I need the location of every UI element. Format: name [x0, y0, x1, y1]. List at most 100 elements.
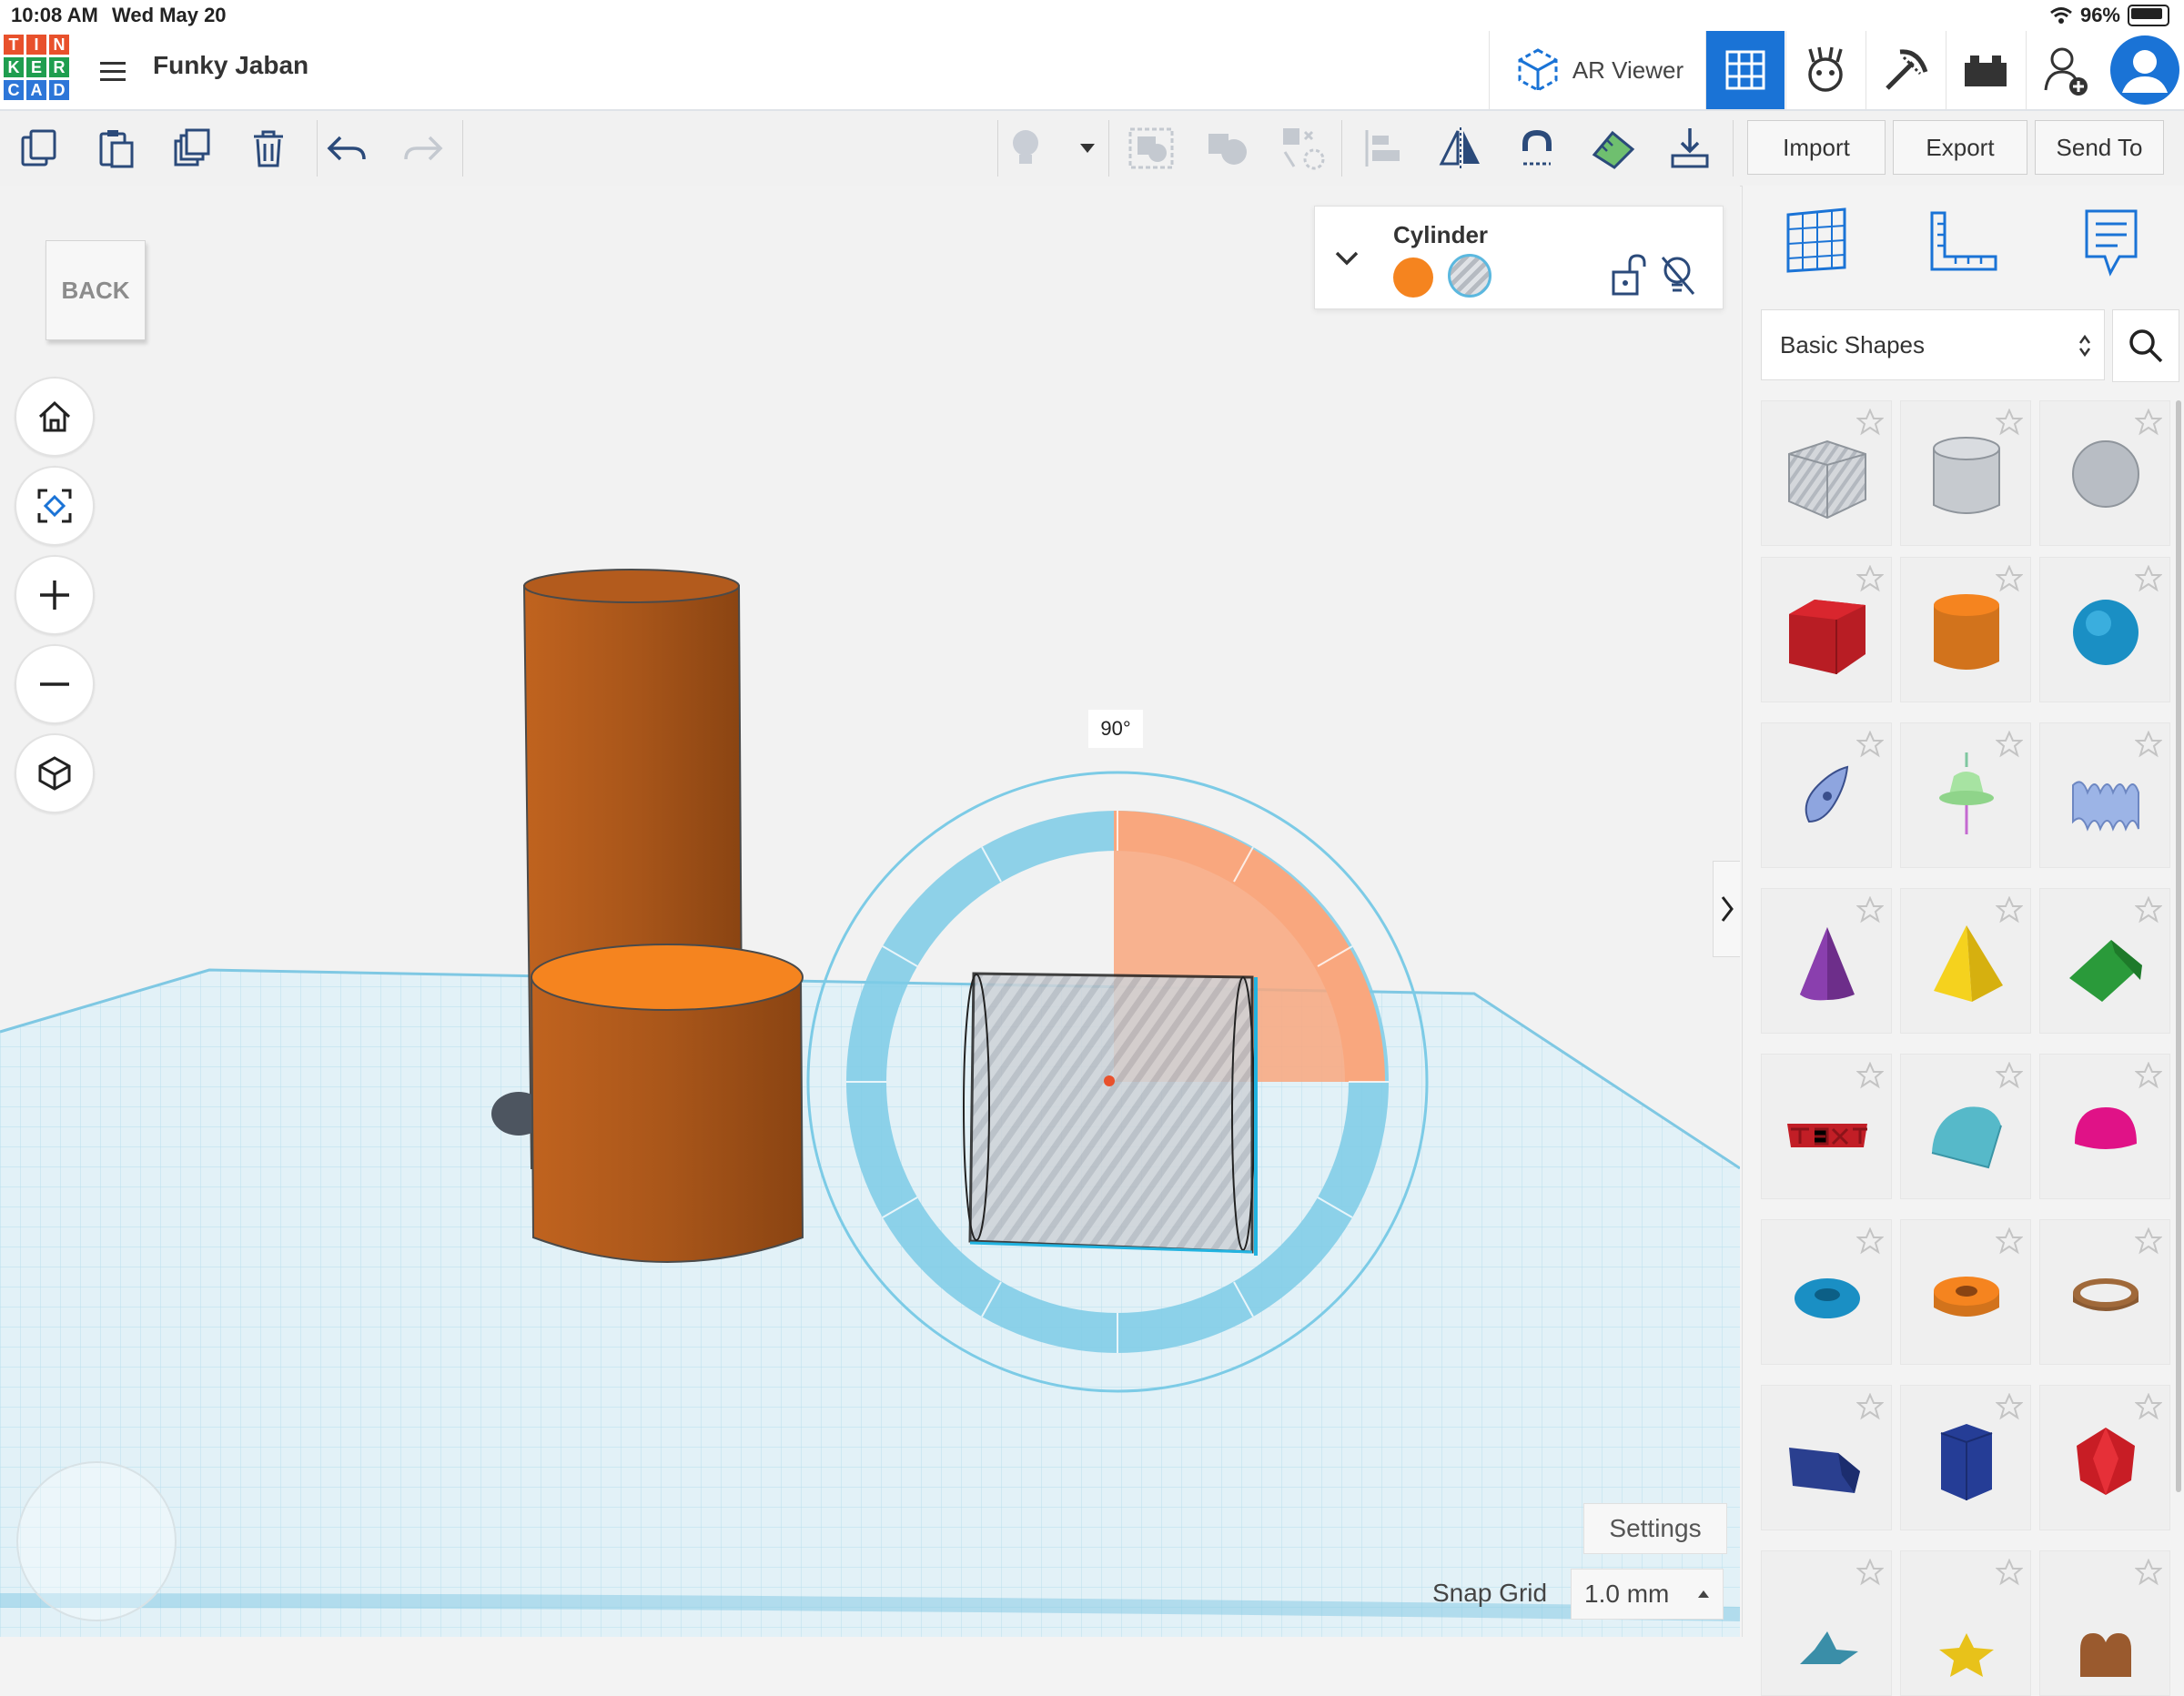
- grid-icon: [1725, 50, 1765, 90]
- shape-roof[interactable]: [2039, 888, 2170, 1034]
- copy-button[interactable]: [15, 124, 64, 173]
- round-roof-icon: [1931, 1106, 2002, 1169]
- paste-button[interactable]: [91, 124, 140, 173]
- tinkercad-logo[interactable]: T I N K E R C A D: [4, 35, 69, 100]
- short-cylinder[interactable]: [530, 976, 804, 1263]
- scene-canvas[interactable]: [0, 186, 1740, 1637]
- duplicate-button[interactable]: [167, 124, 217, 173]
- shape-tube[interactable]: [1900, 1219, 2031, 1365]
- align-button[interactable]: [1360, 124, 1409, 173]
- shape-cylinder-hole[interactable]: [1900, 400, 2031, 546]
- ungroup-button[interactable]: [1203, 124, 1252, 173]
- ruler-tool-icon[interactable]: [1928, 209, 1997, 273]
- shape-torus[interactable]: [1761, 1219, 1892, 1365]
- fit-view-button[interactable]: [15, 466, 95, 546]
- ar-viewer-button[interactable]: AR Viewer: [1489, 31, 1706, 109]
- logo-letter: N: [49, 35, 69, 55]
- shape-cylinder[interactable]: [1900, 557, 2031, 702]
- project-title[interactable]: Funky Jaban: [153, 51, 308, 80]
- cube-icon: [38, 756, 71, 791]
- shape-scribble[interactable]: [1761, 722, 1892, 868]
- shape-text[interactable]: [1761, 1054, 1892, 1199]
- show-all-dropdown[interactable]: [1063, 124, 1112, 173]
- plus-icon: [40, 580, 69, 610]
- cruise-button[interactable]: [1279, 124, 1329, 173]
- send-to-button[interactable]: Send To: [2035, 120, 2164, 175]
- shape-wedge[interactable]: [1761, 1385, 1892, 1530]
- selected-hole-cylinder[interactable]: [968, 972, 1254, 1254]
- workplane-magnet-button[interactable]: [1512, 124, 1562, 173]
- chevron-down-icon[interactable]: [1335, 250, 1359, 267]
- import-button[interactable]: Import: [1747, 120, 1886, 175]
- group-button[interactable]: [1127, 124, 1176, 173]
- logo-letter: K: [4, 57, 24, 77]
- shape-icosahedron[interactable]: [2039, 1385, 2170, 1530]
- ungroup-icon: [1208, 134, 1247, 165]
- logo-letter: I: [26, 35, 46, 55]
- add-user-icon: [2044, 47, 2088, 96]
- perspective-toggle-button[interactable]: [15, 733, 95, 813]
- shape-search-button[interactable]: [2112, 309, 2179, 382]
- tube-icon: [1934, 1277, 1999, 1317]
- sim-lab-button[interactable]: [1946, 31, 2025, 109]
- shape-sphere[interactable]: [2039, 557, 2170, 702]
- drop-button[interactable]: [1665, 124, 1714, 173]
- ruler-button[interactable]: [1589, 124, 1638, 173]
- app-header: T I N K E R C A D Funky Jaban AR Viewer: [0, 31, 2184, 111]
- 3d-design-view-button[interactable]: [1705, 31, 1785, 109]
- bricks-view-button[interactable]: [1866, 31, 1945, 109]
- lock-open-icon[interactable]: [1610, 252, 1646, 298]
- menu-icon[interactable]: [100, 56, 126, 86]
- user-avatar-button[interactable]: [2106, 31, 2184, 109]
- workplane-grid-icon[interactable]: [1783, 206, 1850, 273]
- undo-button[interactable]: [322, 124, 371, 173]
- invite-user-button[interactable]: [2026, 31, 2105, 109]
- view-cube-back[interactable]: BACK: [46, 240, 146, 340]
- notes-icon[interactable]: [2083, 207, 2139, 277]
- workplane-viewport[interactable]: 90° BACK: [0, 186, 1740, 1637]
- shape-ring[interactable]: [2039, 1219, 2170, 1365]
- shape-round-roof[interactable]: [1900, 1054, 2031, 1199]
- home-view-button[interactable]: [15, 377, 95, 457]
- export-button[interactable]: Export: [1893, 120, 2027, 175]
- trash-icon: [254, 130, 283, 167]
- shape-star[interactable]: [1761, 1550, 1892, 1696]
- shape-heart[interactable]: [2039, 1550, 2170, 1696]
- shape-sphere-hole[interactable]: [2039, 400, 2170, 546]
- delete-button[interactable]: [244, 124, 293, 173]
- logo-letter: R: [49, 57, 69, 77]
- shape-star-pyramid[interactable]: [1900, 1550, 2031, 1696]
- shape-box-hole[interactable]: [1761, 400, 1892, 546]
- show-all-button[interactable]: [1001, 124, 1050, 173]
- shape-pyramid[interactable]: [1900, 888, 2031, 1034]
- minus-icon: [40, 682, 69, 686]
- blocks-view-button[interactable]: [1785, 31, 1865, 109]
- redo-button[interactable]: [399, 124, 448, 173]
- shape-polygon[interactable]: [1900, 1385, 2031, 1530]
- zoom-in-button[interactable]: [15, 555, 95, 635]
- status-bar: 10:08 AM Wed May 20 96%: [0, 0, 2184, 31]
- solid-color-swatch[interactable]: [1393, 257, 1433, 298]
- shape-cone[interactable]: [1761, 888, 1892, 1034]
- panel-scrollbar[interactable]: [2176, 400, 2181, 1492]
- shape-category-select[interactable]: Basic Shapes: [1761, 309, 2105, 380]
- panel-collapse-button[interactable]: [1713, 861, 1740, 957]
- ar-cube-icon: [1518, 48, 1558, 92]
- mirror-button[interactable]: [1436, 124, 1485, 173]
- sphere-icon: [2073, 600, 2138, 665]
- select-arrows-icon: [2078, 334, 2091, 358]
- snap-grid-select[interactable]: 1.0 mm: [1571, 1569, 1724, 1620]
- cylinder-icon: [1934, 594, 1999, 670]
- shape-generator[interactable]: [1900, 722, 2031, 868]
- visibility-off-icon[interactable]: [1659, 254, 1697, 298]
- settings-button[interactable]: Settings: [1583, 1503, 1727, 1554]
- shape-text-wave[interactable]: [2039, 722, 2170, 868]
- hole-swatch[interactable]: [1448, 254, 1491, 298]
- zoom-out-button[interactable]: [15, 644, 95, 724]
- torus-icon: [1795, 1278, 1860, 1318]
- shape-box[interactable]: [1761, 557, 1892, 702]
- navigation-joystick[interactable]: [16, 1461, 177, 1621]
- box-icon: [1789, 600, 1866, 674]
- duplicate-icon: [174, 128, 210, 167]
- shape-half-sphere[interactable]: [2039, 1054, 2170, 1199]
